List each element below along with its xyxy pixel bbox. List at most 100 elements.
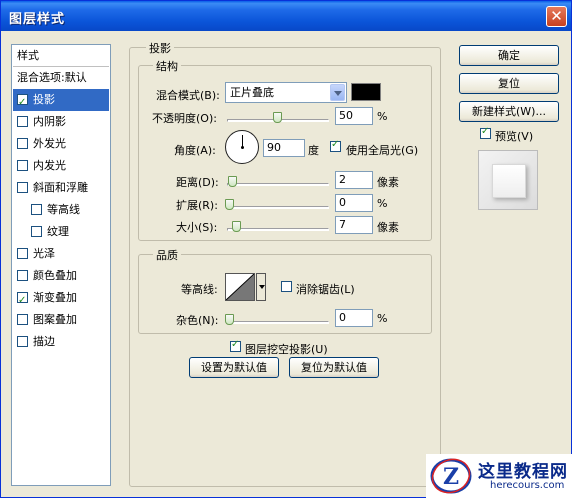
spread-input[interactable]: 0: [335, 194, 373, 212]
window-title: 图层样式: [9, 12, 66, 27]
contour-dropdown-button[interactable]: [256, 273, 266, 301]
title-bar[interactable]: 图层样式 ✕: [1, 1, 571, 31]
new-style-button[interactable]: 新建样式(W)...: [459, 101, 559, 122]
distance-input[interactable]: 2: [335, 171, 373, 189]
style-item-checkbox[interactable]: [17, 182, 28, 193]
distance-label: 距离(D):: [176, 176, 219, 189]
close-button[interactable]: ✕: [546, 6, 567, 27]
drop-shadow-title: 投影: [146, 40, 174, 56]
blend-mode-select[interactable]: 正片叠底: [225, 82, 347, 103]
spread-label: 扩展(R):: [176, 199, 218, 212]
distance-slider-thumb[interactable]: [228, 176, 237, 187]
size-slider-thumb[interactable]: [232, 221, 241, 232]
style-item-checkbox[interactable]: [31, 204, 42, 215]
antialias-checkbox[interactable]: [281, 281, 292, 292]
style-item-checkbox[interactable]: [17, 116, 28, 127]
style-item-label: 等高线: [47, 203, 80, 216]
blend-mode-label: 混合模式(B):: [156, 89, 220, 102]
style-item-checkbox[interactable]: [17, 248, 28, 259]
style-item-checkbox[interactable]: [17, 336, 28, 347]
angle-input[interactable]: 90: [263, 139, 305, 157]
style-preview-thumbnail: [478, 150, 538, 210]
size-unit: 像素: [377, 221, 399, 234]
style-item[interactable]: 等高线: [13, 199, 109, 221]
style-item-checkbox[interactable]: [31, 226, 42, 237]
style-item-label: 混合选项:默认: [17, 71, 87, 84]
antialias-label: 消除锯齿(L): [296, 283, 355, 296]
contour-curve-icon: [225, 273, 255, 301]
global-light-label: 使用全局光(G): [346, 144, 419, 157]
spread-unit: %: [377, 197, 388, 210]
distance-slider-track[interactable]: [227, 183, 329, 186]
style-item-checkbox[interactable]: [17, 270, 28, 281]
style-item[interactable]: 内阴影: [13, 111, 109, 133]
angle-label: 角度(A):: [174, 144, 216, 157]
global-light-checkbox[interactable]: [330, 139, 341, 152]
size-slider-track[interactable]: [227, 228, 329, 231]
opacity-input[interactable]: 50: [335, 107, 373, 125]
style-item[interactable]: 颜色叠加: [13, 265, 109, 287]
angle-dial[interactable]: [225, 130, 259, 164]
spread-slider-track[interactable]: [227, 206, 329, 209]
style-item[interactable]: 外发光: [13, 133, 109, 155]
style-item[interactable]: 混合选项:默认: [13, 67, 109, 89]
style-item[interactable]: 图案叠加: [13, 309, 109, 331]
opacity-unit: %: [377, 110, 388, 123]
noise-unit: %: [377, 312, 388, 325]
style-item-label: 斜面和浮雕: [33, 181, 88, 194]
watermark-url: herecours.com: [490, 480, 565, 491]
contour-label: 等高线:: [181, 283, 218, 296]
noise-label: 杂色(N):: [176, 314, 219, 327]
shadow-color-swatch[interactable]: [351, 83, 381, 101]
ok-button[interactable]: 确定: [459, 45, 559, 66]
reset-button[interactable]: 复位: [459, 73, 559, 94]
style-item-label: 光泽: [33, 247, 55, 260]
style-item-label: 投影: [33, 93, 55, 106]
style-item-label: 纹理: [47, 225, 69, 238]
preview-checkbox[interactable]: [480, 126, 491, 139]
style-list-header: 样式: [13, 45, 109, 67]
blend-mode-value: 正片叠底: [230, 86, 274, 99]
style-item-checkbox[interactable]: [17, 160, 28, 171]
watermark-title: 这里教程网: [478, 462, 568, 482]
site-watermark: Z 这里教程网 herecours.com: [426, 454, 572, 498]
style-item-label: 颜色叠加: [33, 269, 77, 282]
style-item[interactable]: 描边: [13, 331, 109, 353]
quality-title: 品质: [153, 247, 181, 263]
reset-default-button[interactable]: 复位为默认值: [289, 357, 379, 378]
contour-picker[interactable]: [225, 273, 255, 301]
angle-center-dot: [241, 146, 244, 149]
set-default-button[interactable]: 设置为默认值: [189, 357, 279, 378]
style-item-label: 图案叠加: [33, 313, 77, 326]
style-item-label: 描边: [33, 335, 55, 348]
knockout-checkbox[interactable]: [230, 339, 241, 352]
noise-slider-thumb[interactable]: [225, 314, 234, 325]
style-item[interactable]: 投影: [13, 89, 109, 114]
knockout-label: 图层挖空投影(U): [245, 343, 328, 356]
style-item[interactable]: 渐变叠加: [13, 287, 109, 312]
structure-title: 结构: [153, 58, 181, 74]
style-item[interactable]: 内发光: [13, 155, 109, 177]
opacity-label: 不透明度(O):: [152, 112, 217, 125]
noise-slider-track[interactable]: [227, 321, 329, 324]
style-item-label: 内发光: [33, 159, 66, 172]
style-item[interactable]: 斜面和浮雕: [13, 177, 109, 199]
style-item-checkbox[interactable]: [17, 138, 28, 149]
style-item-label: 外发光: [33, 137, 66, 150]
spread-slider-thumb[interactable]: [225, 199, 234, 210]
noise-input[interactable]: 0: [335, 309, 373, 327]
style-item[interactable]: 纹理: [13, 221, 109, 243]
size-input[interactable]: 7: [335, 216, 373, 234]
layer-style-dialog: 图层样式 ✕ 样式 混合选项:默认投影内阴影外发光内发光斜面和浮雕等高线纹理光泽…: [0, 0, 572, 498]
chevron-down-icon: [330, 84, 345, 101]
style-item-checkbox[interactable]: [17, 290, 28, 312]
angle-unit: 度: [308, 144, 319, 157]
style-item-checkbox[interactable]: [17, 92, 28, 114]
style-item[interactable]: 光泽: [13, 243, 109, 265]
opacity-slider-thumb[interactable]: [273, 112, 282, 123]
watermark-logo-icon: Z: [430, 458, 472, 494]
size-label: 大小(S):: [176, 221, 218, 234]
watermark-logo-letter: Z: [443, 464, 459, 490]
style-item-checkbox[interactable]: [17, 314, 28, 325]
style-item-label: 渐变叠加: [33, 291, 77, 304]
